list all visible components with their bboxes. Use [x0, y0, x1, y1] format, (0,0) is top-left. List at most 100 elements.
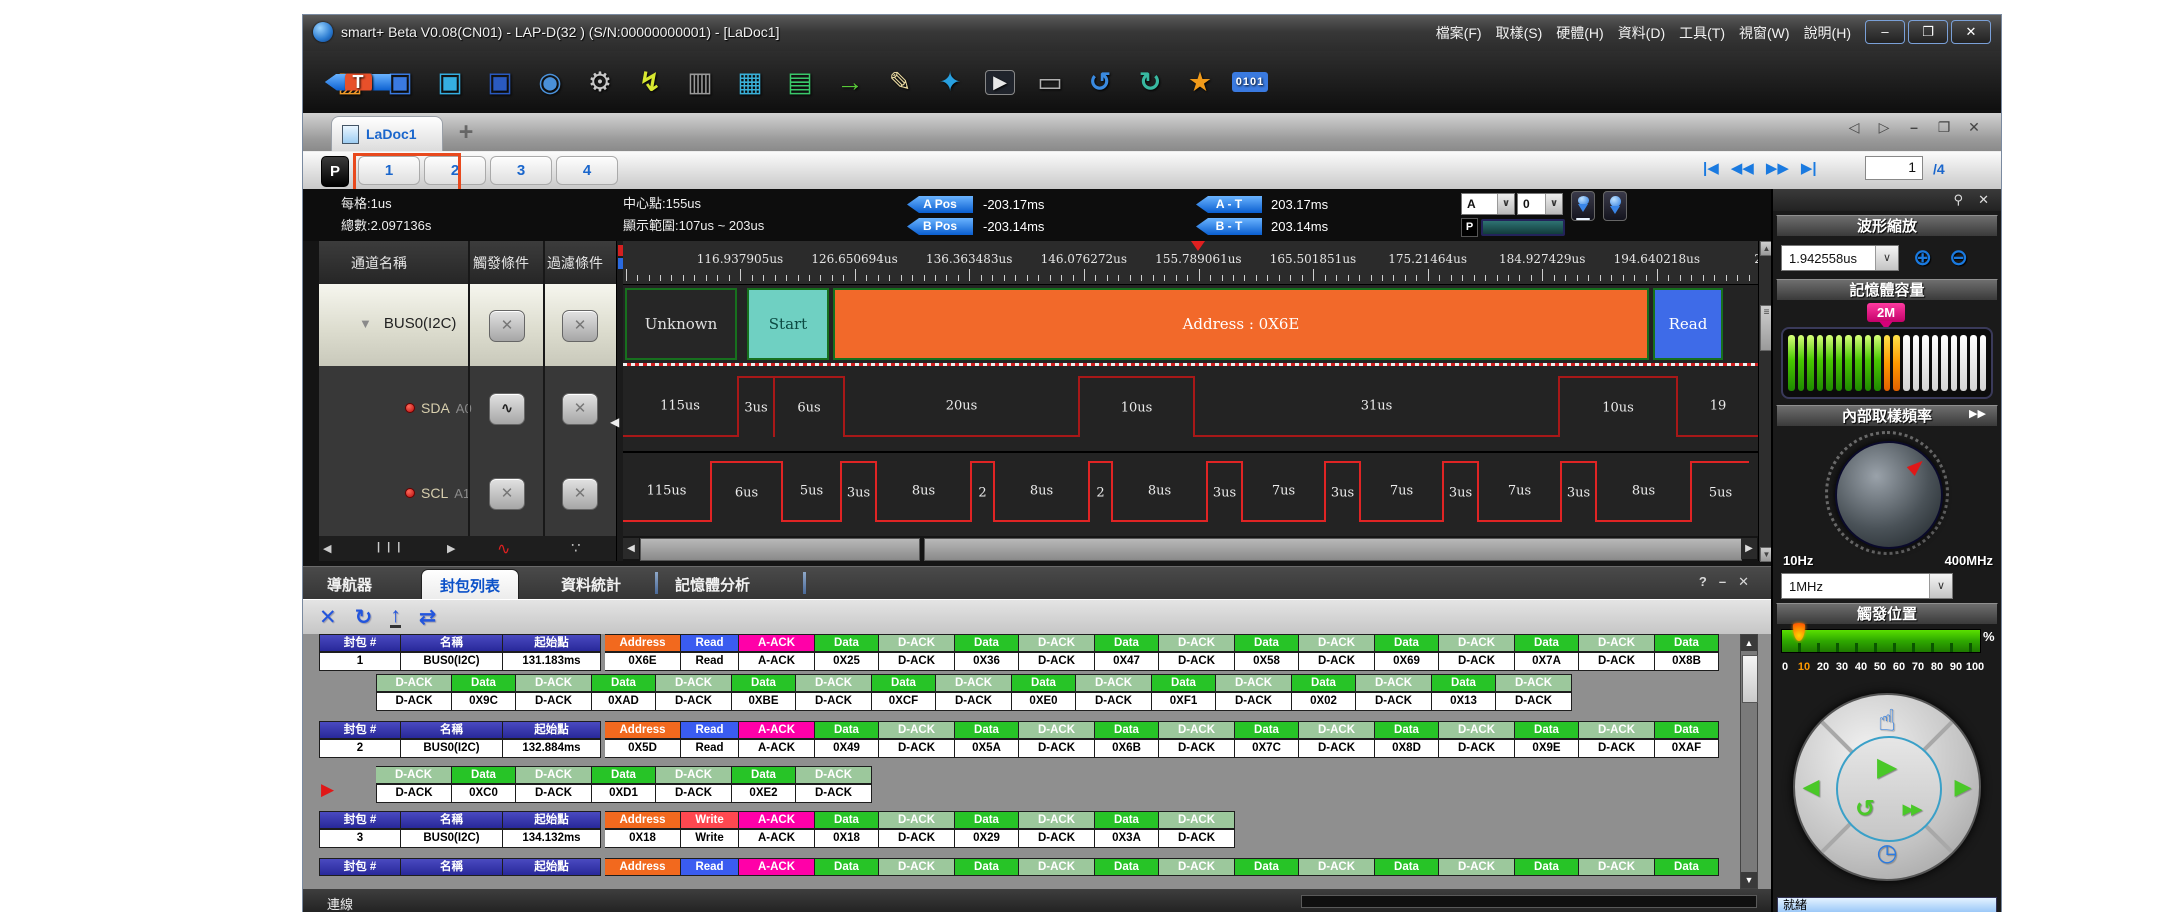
menu-item[interactable]: 資料(D)	[1618, 23, 1665, 43]
channel-scroll-left-icon[interactable]: ◀	[323, 542, 331, 555]
sidebar-pin-icon[interactable]: ⚲	[1953, 192, 1963, 208]
table-vscrollbar[interactable]: ▲ ▼	[1740, 634, 1758, 889]
menu-item[interactable]: 硬體(H)	[1556, 23, 1603, 43]
fast-forward-icon[interactable]: ▶▶	[1902, 800, 1919, 818]
a-t-badge[interactable]: A - T	[1196, 196, 1262, 213]
bus-decode-row[interactable]: UnknownStartAddress : 0X6ERead	[623, 284, 1758, 366]
marker-number-select[interactable]: 0∨	[1517, 193, 1563, 215]
trigger-lightning-icon[interactable]: ↯	[625, 60, 675, 104]
zoom-in-icon[interactable]: ⊕	[1913, 244, 1932, 271]
save-settings-icon[interactable]: ▣	[475, 60, 525, 104]
p-button[interactable]: P	[321, 156, 349, 187]
hscroll-right-icon[interactable]: ▶	[1741, 538, 1757, 559]
step-left-icon[interactable]: ◀	[1803, 774, 1820, 800]
favorite-star-icon[interactable]: ★	[1175, 60, 1225, 104]
splitter-grip-icon[interactable]: | | |	[377, 541, 402, 553]
panel-splitter-icon[interactable]: ◀	[610, 415, 619, 429]
scl-waveform-row[interactable]: 115us6us5us3us8us28us28us3us7us3us7us3us…	[623, 451, 1758, 538]
hscroll-thumb-left[interactable]	[640, 538, 920, 561]
play-icon[interactable]: ▶	[1877, 752, 1897, 783]
video-player-icon[interactable]: ▶	[975, 60, 1025, 104]
close-button[interactable]: ✕	[1951, 20, 1991, 44]
memory-gauge[interactable]	[1781, 327, 1993, 399]
table-scroll-down-icon[interactable]: ▼	[1741, 872, 1757, 888]
b-t-badge[interactable]: B - T	[1196, 218, 1262, 235]
waveform-vscrollbar[interactable]: ▲ ≡ ▼	[1758, 241, 1772, 561]
a-pos-badge[interactable]: A Pos	[907, 196, 973, 213]
navigation-wheel[interactable]: ☝ ▶ ↺ ▶▶ ◷ ◀ ▶	[1793, 693, 1981, 881]
save-as-icon[interactable]: ▣	[425, 60, 475, 104]
screenshot-camera-icon[interactable]: ◉	[525, 60, 575, 104]
first-page-button[interactable]: |◀	[1703, 159, 1719, 177]
bus-connector-icon[interactable]: ✦	[925, 60, 975, 104]
zoom-value-select[interactable]: 1.942558us∨	[1781, 245, 1899, 271]
doc-prev-icon[interactable]: ◁	[1843, 119, 1865, 136]
minimize-button[interactable]: –	[1865, 20, 1905, 44]
state-snapshot-icon[interactable]: ∵	[571, 539, 581, 557]
hscroll-left-icon[interactable]: ◀	[623, 538, 639, 559]
prev-page-button[interactable]: ◀◀	[1731, 159, 1754, 177]
waveform-hscrollbar[interactable]: ◀ ▶	[623, 536, 1758, 561]
stack-chip-icon[interactable]: ▭	[1025, 60, 1075, 104]
packet-export-icon[interactable]: ↑	[390, 607, 401, 628]
register-grid-icon[interactable]: ▦	[725, 60, 775, 104]
add-tab-button[interactable]: +	[451, 119, 481, 147]
sda-filter-cell[interactable]: ✕	[562, 393, 598, 425]
sidebar-close-icon[interactable]: ✕	[1978, 192, 1989, 208]
bus0-trigger-cell[interactable]: ✕	[489, 310, 525, 342]
menu-item[interactable]: 取樣(S)	[1496, 23, 1543, 43]
zoom-out-icon[interactable]: ⊖	[1949, 244, 1968, 271]
next-page-button[interactable]: ▶▶	[1766, 159, 1789, 177]
binary-display-icon[interactable]: 0101	[1225, 60, 1275, 104]
bus0-filter-cell[interactable]: ✕	[562, 310, 598, 342]
scl-filter-cell[interactable]: ✕	[562, 478, 598, 510]
marker-pin-alt-button[interactable]	[1603, 191, 1627, 221]
doc-restore-button[interactable]: ❐	[1933, 119, 1955, 136]
panel-help-button[interactable]: ?	[1699, 574, 1707, 590]
replay-icon[interactable]: ↺	[1855, 795, 1875, 824]
report-notes-icon[interactable]: ✎	[875, 60, 925, 104]
step-right-icon[interactable]: ▶	[1955, 774, 1972, 800]
marker-pin-button[interactable]	[1571, 191, 1595, 221]
chevron-down-icon[interactable]: ∨	[1545, 194, 1562, 214]
window-layout-icon[interactable]: ▤	[775, 60, 825, 104]
tab-1[interactable]: 導航器	[327, 574, 372, 595]
time-ruler[interactable]: 116.937905us126.650694us136.363483us146.…	[623, 241, 1758, 285]
waveform-snapshot-icon[interactable]: ∿	[497, 539, 510, 559]
page-button-4[interactable]: 4	[556, 156, 618, 185]
table-scroll-up-icon[interactable]: ▲	[1741, 635, 1757, 651]
waveform-area[interactable]: 116.937905us126.650694us136.363483us146.…	[623, 241, 1758, 561]
clock-icon[interactable]: ◷	[1877, 839, 1898, 868]
hand-pan-icon[interactable]: ☝	[1878, 704, 1896, 739]
doc-close-button[interactable]: ✕	[1963, 119, 1985, 136]
packet-shuffle-icon[interactable]: ⇄	[419, 605, 437, 630]
scl-trigger-cell[interactable]: ✕	[489, 478, 525, 510]
packet-refresh-icon[interactable]: ↻	[355, 605, 373, 630]
page-number-input[interactable]: 1	[1865, 156, 1923, 180]
sda-trigger-cell[interactable]: ∿	[489, 393, 525, 425]
doc-minimize-button[interactable]: –	[1903, 119, 1925, 136]
menu-item[interactable]: 工具(T)	[1679, 23, 1725, 43]
chevron-down-icon[interactable]: ∨	[1929, 574, 1952, 598]
menu-item[interactable]: 視窗(W)	[1739, 23, 1790, 43]
setup-tools-icon[interactable]: ⚙	[575, 60, 625, 104]
panel-close-button[interactable]: ✕	[1738, 574, 1749, 590]
restore-button[interactable]: ❐	[1908, 20, 1948, 44]
packet-tools-icon[interactable]: ✕	[319, 605, 337, 630]
hscroll-thumb-right[interactable]	[924, 538, 1742, 561]
channel-scroll-right-icon[interactable]: ▶	[447, 542, 455, 555]
chevron-down-icon[interactable]: ∨	[1497, 194, 1514, 214]
marker-select[interactable]: A∨	[1461, 193, 1515, 215]
panel-minimize-button[interactable]: –	[1719, 574, 1726, 590]
memory-depth-icon[interactable]: ▥	[675, 60, 725, 104]
freq-value-select[interactable]: 1MHz∨	[1781, 573, 1953, 599]
page-button-3[interactable]: 3	[490, 156, 552, 185]
tab-4[interactable]: 記憶體分析	[675, 574, 750, 595]
freq-expand-icon[interactable]: ▶▶	[1969, 407, 1986, 420]
last-page-button[interactable]: ▶|	[1801, 159, 1817, 177]
menu-item[interactable]: 檔案(F)	[1436, 23, 1482, 43]
menu-item[interactable]: 說明(H)	[1804, 23, 1851, 43]
undo-icon[interactable]: ↺	[1075, 60, 1125, 104]
table-scroll-thumb[interactable]	[1742, 655, 1758, 703]
flag-t-icon[interactable]: T	[325, 74, 391, 91]
